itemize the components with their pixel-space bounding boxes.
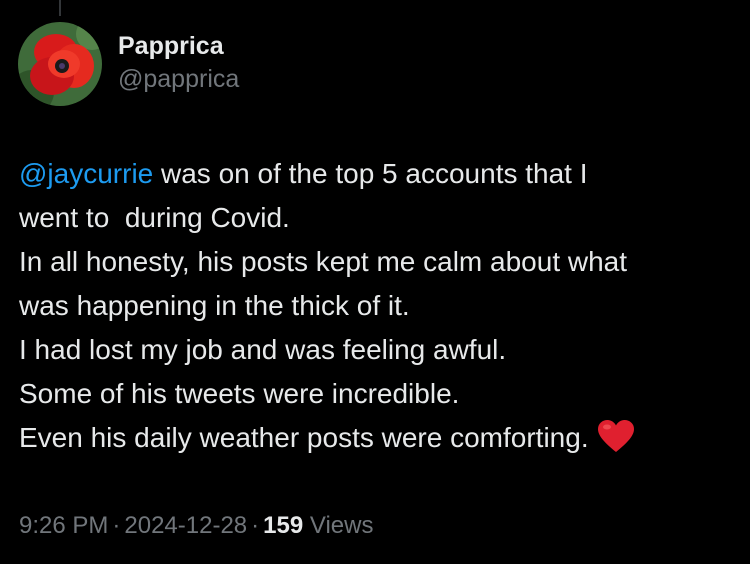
tweet-line-3: In all honesty, his posts kept me calm a… bbox=[19, 246, 628, 277]
author-display-name[interactable]: Papprica bbox=[118, 30, 239, 62]
tweet-line-6: Some of his tweets were incredible. bbox=[19, 378, 460, 409]
avatar[interactable] bbox=[18, 22, 102, 106]
tweet-line-1-text: was on of the top 5 accounts that I bbox=[153, 158, 588, 189]
tweet-line-1: @jaycurrie was on of the top 5 accounts … bbox=[19, 152, 739, 196]
thread-connector-line bbox=[59, 0, 61, 16]
author-handle[interactable]: @papprica bbox=[118, 62, 239, 96]
tweet-line-5: I had lost my job and was feeling awful. bbox=[19, 334, 507, 365]
tweet-time[interactable]: 9:26 PM bbox=[19, 512, 108, 539]
mention-link[interactable]: @jaycurrie bbox=[19, 158, 153, 189]
views-count: 159 bbox=[263, 512, 304, 539]
tweet-metadata: 9:26 PM · 2024-12-28 · 159 Views bbox=[19, 510, 373, 542]
tweet-line-2: went to during Covid. bbox=[19, 202, 290, 233]
tweet-line-7: Even his daily weather posts were comfor… bbox=[19, 416, 739, 460]
meta-separator: · bbox=[251, 512, 260, 539]
red-poppy-avatar-icon bbox=[18, 22, 102, 106]
tweet-line-7-text: Even his daily weather posts were comfor… bbox=[19, 422, 589, 453]
tweet-line-4: was happening in the thick of it. bbox=[19, 290, 410, 321]
views-label: Views bbox=[309, 512, 374, 539]
meta-separator: · bbox=[112, 512, 121, 539]
tweet-text: @jaycurrie was on of the top 5 accounts … bbox=[19, 152, 739, 460]
author-name-block: Papprica @papprica bbox=[118, 30, 239, 96]
tweet-date[interactable]: 2024-12-28 bbox=[124, 512, 247, 539]
red-heart-icon bbox=[597, 419, 635, 453]
